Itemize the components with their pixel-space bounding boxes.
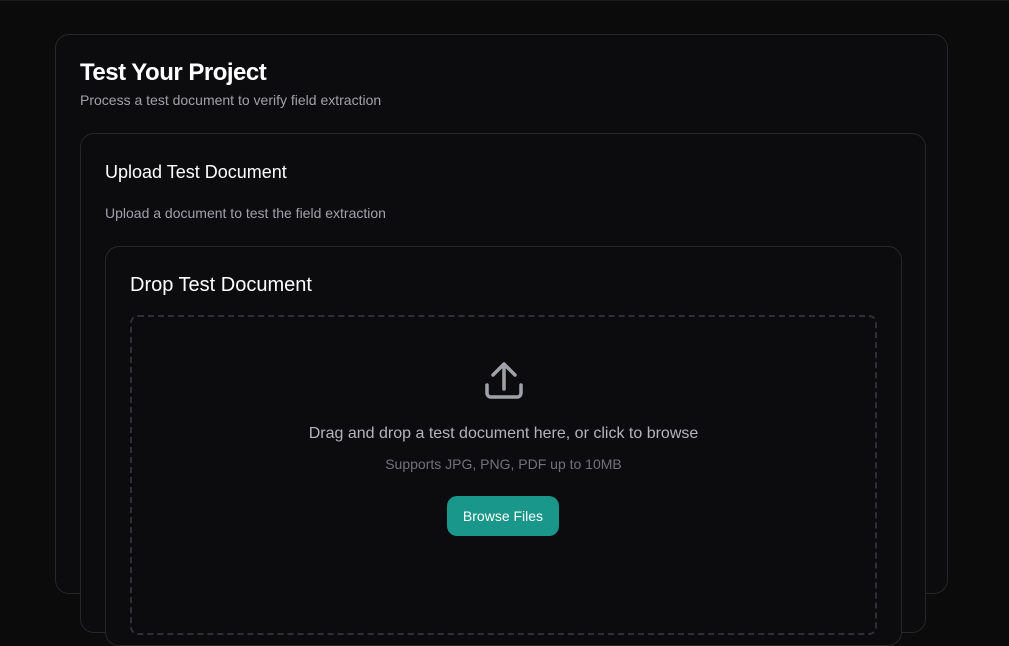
drop-test-document-card: Drop Test Document Drag and drop a test … <box>105 246 902 646</box>
file-dropzone[interactable]: Drag and drop a test document here, or c… <box>130 315 877 635</box>
top-divider <box>0 0 1009 1</box>
upload-icon <box>485 362 523 399</box>
drop-card-title: Drop Test Document <box>130 274 312 296</box>
page-subtitle: Process a test document to verify field … <box>80 92 382 108</box>
upload-test-document-card: Upload Test Document Upload a document t… <box>80 133 926 646</box>
dropzone-file-hint: Supports JPG, PNG, PDF up to 10MB <box>385 456 622 472</box>
browse-files-button[interactable]: Browse Files <box>447 496 559 536</box>
page-title: Test Your Project <box>80 59 267 86</box>
section-description: Upload a document to test the field extr… <box>105 205 386 221</box>
test-project-card: Test Your Project Process a test documen… <box>55 34 948 646</box>
section-title: Upload Test Document <box>105 162 287 182</box>
dropzone-instructions: Drag and drop a test document here, or c… <box>308 425 699 442</box>
